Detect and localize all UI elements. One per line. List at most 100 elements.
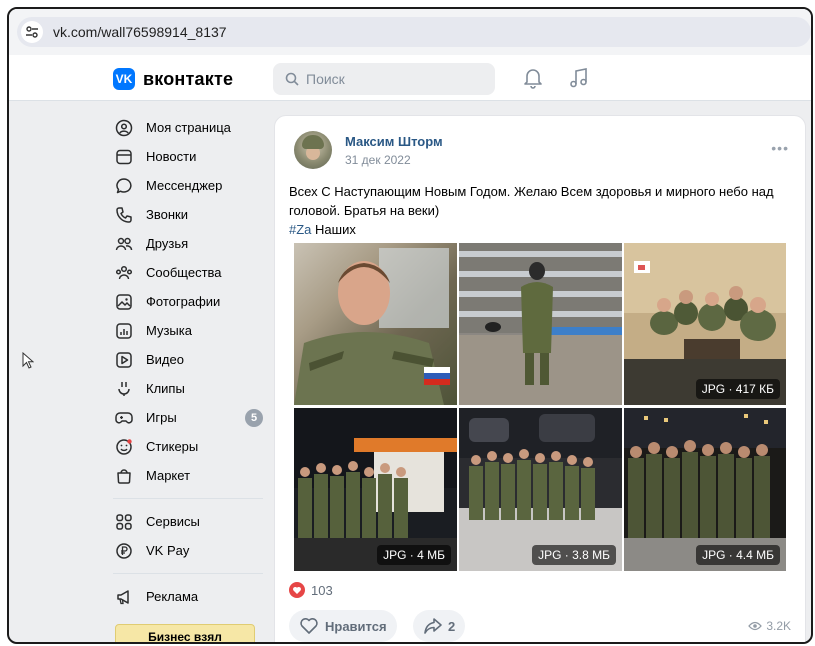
nav-label: Новости — [146, 149, 197, 164]
like-button[interactable]: Нравится — [289, 610, 397, 642]
photo-4-file-badge: JPG · 4 МБ — [377, 545, 451, 565]
nav-calls[interactable]: Звонки — [113, 200, 273, 229]
music-note-icon[interactable] — [569, 67, 589, 89]
left-nav: Моя страница Новости Мессенджер Звонки Д… — [113, 113, 273, 611]
photo-1[interactable] — [294, 243, 457, 405]
vk-logo-mark: VK — [113, 68, 135, 90]
nav-friends[interactable]: Друзья — [113, 229, 273, 258]
heart-icon — [300, 618, 318, 634]
nav-label: Сообщества — [146, 265, 222, 280]
search-input[interactable]: Поиск — [273, 63, 495, 95]
nav-label: Моя страница — [146, 120, 231, 135]
vk-logo[interactable]: VK вконтакте — [113, 68, 233, 90]
browser-toolbar: vk.com/wall76598914_8137 — [9, 9, 811, 55]
nav-my-page[interactable]: Моя страница — [113, 113, 273, 142]
nav-label: Сервисы — [146, 514, 200, 529]
games-icon — [113, 407, 135, 429]
nav-label: Стикеры — [146, 439, 199, 454]
site-header: VK вконтакте Поиск — [9, 55, 811, 101]
clips-icon — [113, 378, 135, 400]
heart-reaction-icon — [289, 582, 305, 598]
communities-icon — [113, 262, 135, 284]
nav-video[interactable]: Видео — [113, 345, 273, 374]
nav-label: Музыка — [146, 323, 192, 338]
nav-divider — [113, 573, 263, 574]
mouse-cursor-icon — [22, 352, 34, 369]
photo-grid: JPG · 417 КБ JPG · 4 МБ JPG · 3.8 МБ JPG… — [294, 243, 786, 571]
nav-clips[interactable]: Клипы — [113, 374, 273, 403]
likes-summary[interactable]: 103 — [289, 582, 333, 598]
nav-label: VK Pay — [146, 543, 190, 558]
share-button[interactable]: 2 — [413, 610, 466, 642]
nav-label: Фотографии — [146, 294, 221, 309]
like-button-label: Нравится — [325, 618, 387, 634]
photo-2[interactable] — [459, 243, 622, 405]
nav-label: Мессенджер — [146, 178, 223, 193]
friends-icon — [113, 233, 135, 255]
photo-5[interactable]: JPG · 3.8 МБ — [459, 408, 622, 571]
market-icon — [113, 465, 135, 487]
phone-icon — [113, 204, 135, 226]
post-body: Всех С Наступающим Новым Годом. Желаю Вс… — [289, 184, 774, 218]
post-date[interactable]: 31 дек 2022 — [345, 153, 411, 167]
views-count: 3.2K — [766, 619, 791, 633]
search-icon — [285, 72, 299, 86]
nav-label: Видео — [146, 352, 184, 367]
stickers-icon — [113, 436, 135, 458]
views-counter: 3.2K — [748, 619, 791, 633]
nav-divider — [113, 498, 263, 499]
photo-3[interactable]: JPG · 417 КБ — [624, 243, 786, 405]
post-card: Максим Шторм 31 дек 2022 ••• Всех С Наст… — [274, 115, 806, 642]
search-placeholder: Поиск — [306, 71, 345, 87]
photo-6[interactable]: JPG · 4.4 МБ — [624, 408, 786, 571]
photo-5-file-badge: JPG · 3.8 МБ — [532, 545, 616, 565]
address-bar[interactable]: vk.com/wall76598914_8137 — [17, 17, 811, 47]
nav-label: Маркет — [146, 468, 191, 483]
bell-icon[interactable] — [523, 67, 543, 89]
games-count-badge: 5 — [245, 408, 263, 427]
browser-window: vk.com/wall76598914_8137 VK вконтакте По… — [7, 7, 813, 644]
user-circle-icon — [113, 117, 135, 139]
vkpay-icon — [113, 540, 135, 562]
nav-label: Звонки — [146, 207, 188, 222]
photo-3-file-badge: JPG · 417 КБ — [695, 379, 780, 399]
author-name[interactable]: Максим Шторм — [345, 134, 443, 149]
promo-banner[interactable]: Бизнес взял — [115, 624, 255, 642]
photo-1-image — [294, 248, 450, 405]
nav-label: Игры — [146, 410, 177, 425]
nav-market[interactable]: Маркет — [113, 461, 273, 490]
avatar-helmet — [302, 135, 324, 149]
nav-services[interactable]: Сервисы — [113, 507, 273, 536]
likes-count: 103 — [311, 582, 333, 598]
photo-4[interactable]: JPG · 4 МБ — [294, 408, 457, 571]
nav-stickers[interactable]: Стикеры — [113, 432, 273, 461]
nav-music[interactable]: Музыка — [113, 316, 273, 345]
photo-2-image — [459, 243, 622, 405]
photo-6-file-badge: JPG · 4.4 МБ — [696, 545, 780, 565]
url-text: vk.com/wall76598914_8137 — [53, 24, 227, 40]
site-settings-icon[interactable] — [21, 21, 43, 43]
nav-label: Друзья — [146, 236, 189, 251]
share-icon — [424, 618, 442, 634]
nav-communities[interactable]: Сообщества — [113, 258, 273, 287]
post-text: Всех С Наступающим Новым Годом. Желаю Вс… — [289, 182, 789, 239]
video-icon — [113, 349, 135, 371]
nav-label: Клипы — [146, 381, 185, 396]
nav-news[interactable]: Новости — [113, 142, 273, 171]
hashtag-link[interactable]: #Za — [289, 222, 311, 237]
hashtag-tail: Наших — [311, 222, 356, 237]
photos-icon — [113, 291, 135, 313]
nav-ads[interactable]: Реклама — [113, 582, 273, 611]
eye-icon — [748, 621, 763, 631]
share-count: 2 — [448, 618, 456, 634]
message-icon — [113, 175, 135, 197]
nav-games[interactable]: Игры 5 — [113, 403, 273, 432]
vk-logo-text: вконтакте — [143, 68, 234, 89]
nav-vkpay[interactable]: VK Pay — [113, 536, 273, 565]
nav-messenger[interactable]: Мессенджер — [113, 171, 273, 200]
nav-photos[interactable]: Фотографии — [113, 287, 273, 316]
author-avatar[interactable] — [294, 131, 332, 169]
nav-label: Реклама — [146, 589, 199, 604]
newspaper-icon — [113, 146, 135, 168]
more-options-icon[interactable]: ••• — [771, 140, 789, 156]
